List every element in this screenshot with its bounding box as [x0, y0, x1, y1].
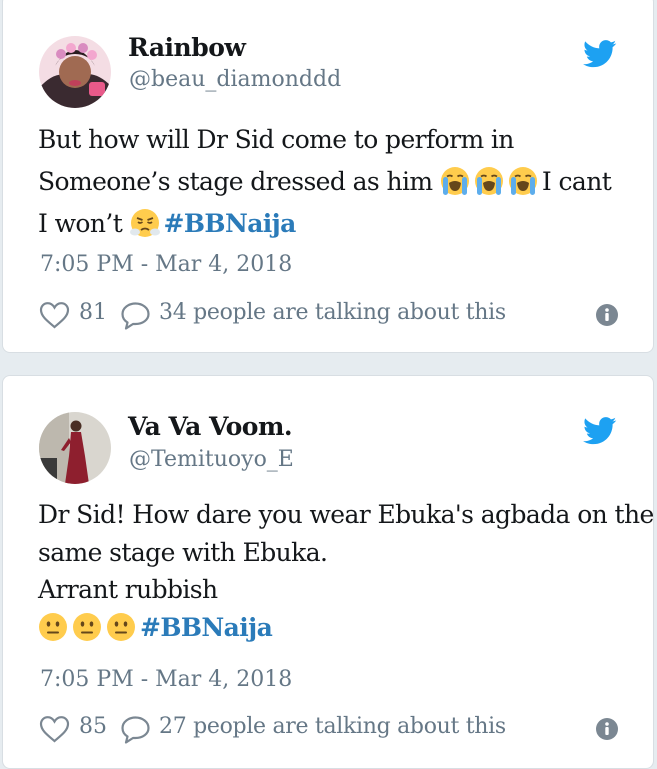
- tweet-text-line: I won’t #BBNaija: [38, 203, 638, 245]
- tweet-text-line: same stage with Ebuka.: [38, 537, 328, 567]
- tweet-card[interactable]: Rainbow @beau_diamonddd But how will Dr …: [2, 0, 654, 353]
- tweet-actions: 85 27 people are talking about this: [39, 714, 619, 746]
- heart-icon[interactable]: [39, 301, 70, 329]
- tweet-text-line: Dr Sid! How dare you wear Ebuka's agbada…: [38, 500, 654, 529]
- twitter-bird-icon[interactable]: [583, 40, 617, 68]
- neutral-face-icon: [38, 612, 68, 642]
- neutral-face-icon: [106, 612, 136, 642]
- neutral-face-icon: [72, 612, 102, 642]
- tweet-text-segment: Someone’s stage dressed as him: [38, 167, 433, 196]
- tweet-text-line: Someone’s stage dressed as him I cant: [38, 161, 638, 203]
- loudly-crying-face-icon: [474, 166, 504, 196]
- conversation-link[interactable]: 27 people are talking about this: [159, 714, 506, 739]
- info-icon[interactable]: [595, 303, 619, 327]
- display-name[interactable]: Rainbow: [128, 33, 246, 62]
- reply-icon[interactable]: [120, 301, 151, 330]
- tweet-text-segment: I cant: [541, 167, 612, 196]
- user-handle[interactable]: @beau_diamonddd: [129, 67, 341, 92]
- heart-icon[interactable]: [39, 715, 70, 743]
- face-with-steam-from-nose-icon: [130, 208, 160, 238]
- info-icon[interactable]: [595, 717, 619, 741]
- tweet-card[interactable]: Va Va Voom. @Temituoyo_E Dr Sid! How dar…: [2, 375, 654, 769]
- like-count[interactable]: 81: [79, 300, 107, 325]
- tweet-text: But how will Dr Sid come to perform in S…: [38, 119, 638, 245]
- tweet-timestamp[interactable]: 7:05 PM - Mar 4, 2018: [40, 667, 292, 692]
- tweet-text-line: But how will Dr Sid come to perform in: [38, 125, 514, 154]
- tweet-text: Dr Sid! How dare you wear Ebuka's agbada…: [38, 496, 654, 647]
- twitter-bird-icon[interactable]: [583, 417, 617, 445]
- reply-icon[interactable]: [120, 715, 151, 744]
- tweet-text-segment: I won’t: [38, 209, 123, 238]
- like-count[interactable]: 85: [79, 714, 107, 739]
- loudly-crying-face-icon: [440, 166, 470, 196]
- hashtag-link[interactable]: #BBNaija: [140, 613, 273, 642]
- tweet-text-line: #BBNaija: [38, 609, 638, 647]
- display-name[interactable]: Va Va Voom.: [128, 412, 293, 441]
- tweet-text-line: Arrant rubbish: [38, 575, 218, 604]
- tweet-timestamp[interactable]: 7:05 PM - Mar 4, 2018: [40, 252, 292, 277]
- hashtag-link[interactable]: #BBNaija: [164, 209, 297, 238]
- tweet-actions: 81 34 people are talking about this: [39, 300, 619, 332]
- avatar[interactable]: [39, 412, 111, 484]
- loudly-crying-face-icon: [508, 166, 538, 196]
- user-handle[interactable]: @Temituoyo_E: [129, 447, 294, 472]
- avatar[interactable]: [39, 36, 111, 108]
- conversation-link[interactable]: 34 people are talking about this: [159, 300, 506, 325]
